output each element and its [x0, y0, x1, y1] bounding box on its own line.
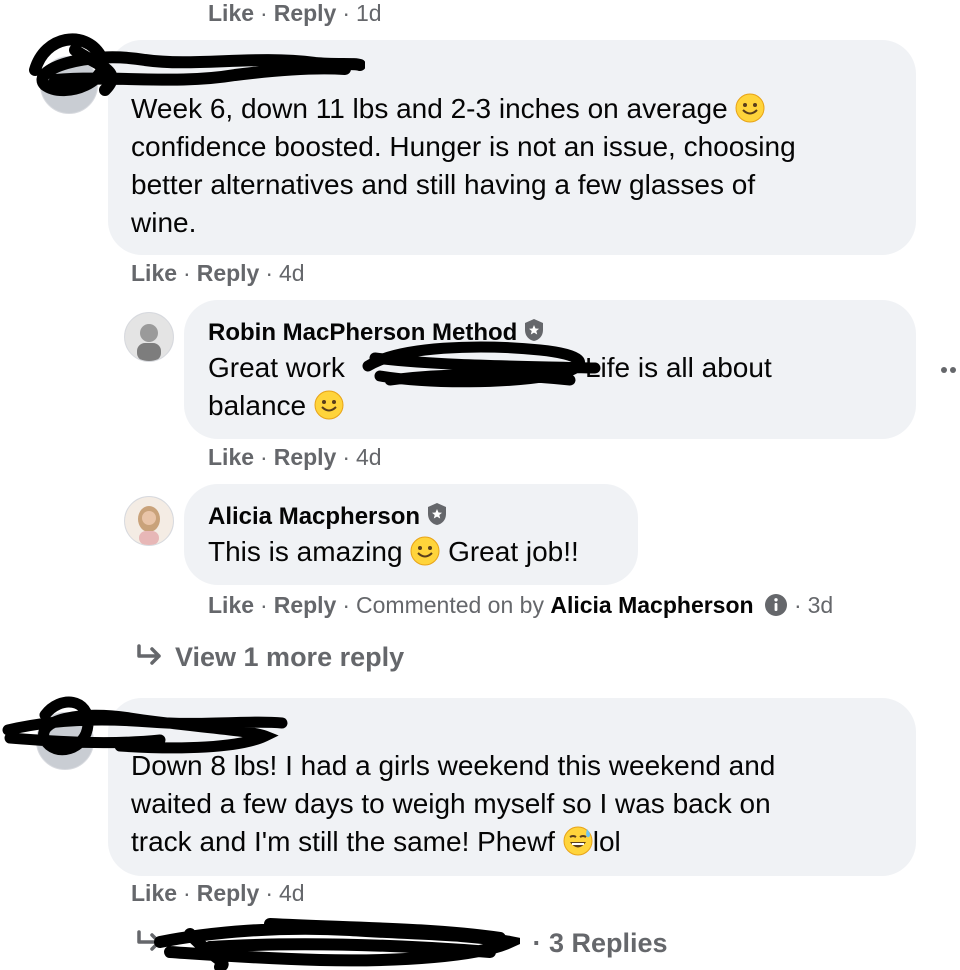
view-more-replies[interactable]: View 1 more reply: [135, 642, 404, 673]
timestamp: 4d: [279, 880, 305, 906]
info-icon[interactable]: [764, 593, 788, 617]
timestamp: 3d: [807, 592, 834, 618]
like-link[interactable]: Like: [208, 0, 254, 26]
avatar-image: [125, 313, 173, 361]
avatar[interactable]: [124, 496, 174, 546]
reply-bubble: Robin MacPherson Method Great work Life i…: [184, 300, 916, 439]
shield-icon: [525, 319, 544, 341]
replies-count[interactable]: · 3 Replies: [533, 928, 668, 958]
author-name-text[interactable]: Robin MacPherson Method: [208, 319, 517, 346]
like-link[interactable]: Like: [208, 444, 254, 470]
reply-arrow-icon: [137, 930, 161, 951]
reply-link[interactable]: Reply: [274, 0, 337, 26]
comment-text: Week 6, down 11 lbs and 2-3 inches on av…: [131, 90, 901, 242]
comment-1-actions: Like · Reply · 4d: [131, 260, 305, 286]
comment-bubble: Week 6, down 11 lbs and 2-3 inches on av…: [108, 40, 916, 255]
smile-emoji-icon: [314, 390, 344, 420]
avatar[interactable]: [124, 312, 174, 362]
shield-icon: [428, 503, 447, 525]
comment-bubble: Down 8 lbs! I had a girls weekend this w…: [108, 698, 916, 876]
reply-0-actions: Like · Reply · 4d: [208, 444, 382, 470]
reply-text-part: This is amazing: [208, 536, 403, 567]
reply-text-part: Great work: [208, 352, 345, 383]
timestamp: 1d: [356, 0, 382, 26]
reply-text-part: balance: [208, 390, 307, 421]
comment-suffix: lol: [592, 826, 621, 857]
smile-emoji-icon: [410, 536, 440, 566]
avatar[interactable]: [36, 712, 94, 770]
like-link[interactable]: Like: [131, 880, 177, 906]
like-link[interactable]: Like: [208, 592, 254, 618]
smile-emoji-icon: [735, 93, 765, 123]
author-name[interactable]: Robin MacPherson Method: [208, 318, 545, 347]
comment-line: Week 6, down 11 lbs and 2-3 inches on av…: [131, 93, 728, 124]
like-link[interactable]: Like: [131, 260, 177, 286]
author-name[interactable]: Alicia Macpherson: [208, 502, 448, 531]
reply-arrow-icon: [137, 644, 161, 665]
sweat-smile-emoji-icon: [563, 826, 593, 856]
timestamp: 4d: [279, 260, 305, 286]
reply-text-part: Great job!!: [448, 536, 579, 567]
replies-summary[interactable]: · 3 Replies: [135, 928, 695, 968]
timestamp: 4d: [356, 444, 382, 470]
author-name-text[interactable]: Alicia Macpherson: [208, 503, 420, 530]
reply-link[interactable]: Reply: [197, 880, 260, 906]
reply-link[interactable]: Reply: [274, 592, 337, 618]
reply-bubble: Alicia Macpherson This is amazing Great …: [184, 484, 638, 585]
avatar-image: [125, 497, 173, 545]
comment-line: better alternatives and still having a f…: [131, 169, 756, 200]
more-icon[interactable]: [940, 363, 960, 375]
reply-link[interactable]: Reply: [197, 260, 260, 286]
reply-text-part: Life is all about: [584, 352, 772, 383]
comment-line: confidence boosted. Hunger is not an iss…: [131, 131, 796, 162]
comment-line: Down 8 lbs! I had a girls weekend this w…: [131, 750, 776, 781]
reply-link[interactable]: Reply: [274, 444, 337, 470]
commenter-name[interactable]: Alicia Macpherson: [550, 592, 753, 618]
comment-text: Down 8 lbs! I had a girls weekend this w…: [131, 747, 901, 861]
reply-text: This is amazing Great job!!: [208, 533, 628, 571]
comment-line: waited a few days to weigh myself so I w…: [131, 788, 771, 819]
comment-line: wine.: [131, 207, 197, 238]
view-more-label[interactable]: View 1 more reply: [175, 642, 404, 672]
comment-2-actions: Like · Reply · 4d: [131, 880, 305, 906]
comment-0-actions: Like · Reply · 1d: [208, 0, 382, 26]
commented-on-by-label: Commented on by: [356, 592, 544, 618]
reply-text: Great work Life is all about balance: [208, 349, 908, 425]
avatar[interactable]: [40, 56, 98, 114]
reply-1-actions: Like · Reply · Commented on by Alicia Macphe…: [208, 592, 834, 618]
comment-line: track and I'm still the same! Phewf: [131, 826, 555, 857]
